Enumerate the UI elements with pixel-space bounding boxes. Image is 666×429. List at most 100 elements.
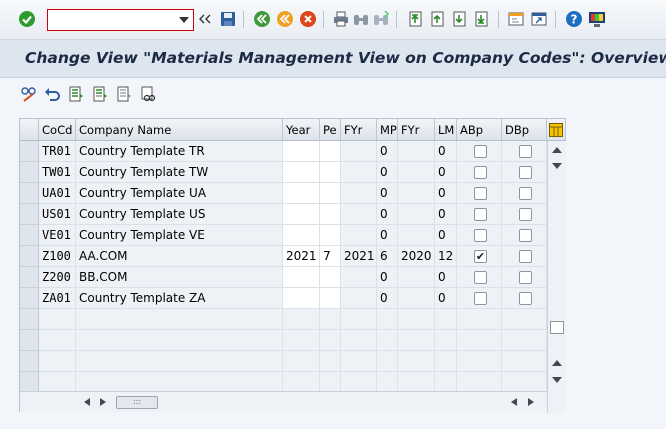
scroll-down-icon[interactable] [552, 163, 562, 169]
row-selector[interactable] [20, 267, 39, 288]
back-icon[interactable] [253, 10, 271, 28]
customize-layout-icon[interactable] [588, 10, 606, 28]
cancel-icon[interactable] [299, 10, 317, 28]
select-all-rows-cell[interactable] [20, 119, 39, 141]
cell-company-name: Country Template TW [76, 162, 283, 183]
cell-year[interactable] [283, 162, 320, 183]
cell-period[interactable] [320, 288, 341, 309]
cell-period[interactable] [320, 183, 341, 204]
undo-icon[interactable] [43, 85, 61, 103]
cell-year[interactable] [283, 225, 320, 246]
deselect-all-icon[interactable] [115, 85, 133, 103]
abp-checkbox[interactable] [474, 292, 487, 305]
column-header-mp[interactable]: MP [377, 119, 398, 141]
abp-checkbox[interactable] [474, 229, 487, 242]
cell-year[interactable] [283, 141, 320, 162]
cell-fyr [341, 288, 377, 309]
change-display-icon[interactable] [20, 85, 38, 103]
command-field[interactable] [47, 9, 194, 31]
abp-checkbox[interactable] [474, 187, 487, 200]
history-back-icon[interactable] [198, 10, 212, 28]
print-icon[interactable] [332, 10, 350, 28]
dbp-checkbox[interactable] [519, 229, 532, 242]
dbp-checkbox[interactable] [519, 250, 532, 263]
column-header-dbp[interactable]: DBp [502, 119, 547, 141]
column-header-fyr-2[interactable]: FYr [398, 119, 435, 141]
cell-year[interactable] [283, 183, 320, 204]
toolbar-separator [396, 11, 397, 28]
scroll-page-up-icon[interactable] [552, 360, 562, 366]
abp-checkbox[interactable] [474, 271, 487, 284]
cell-period[interactable] [320, 225, 341, 246]
vertical-scrollbar[interactable] [547, 141, 566, 413]
scroll-page-down-icon[interactable] [552, 377, 562, 383]
vertical-scroll-thumb[interactable] [550, 321, 564, 334]
help-icon[interactable]: ? [565, 10, 583, 28]
row-selector[interactable] [20, 351, 39, 372]
scroll-right-icon[interactable] [100, 398, 106, 406]
cell-period[interactable]: 7 [320, 246, 341, 267]
choose-icon[interactable] [139, 85, 157, 103]
find-next-icon[interactable] [372, 10, 390, 28]
dbp-checkbox[interactable] [519, 187, 532, 200]
cell-period[interactable] [320, 162, 341, 183]
cell-fyr [341, 183, 377, 204]
row-selector[interactable] [20, 141, 39, 162]
row-selector[interactable] [20, 225, 39, 246]
cell-period[interactable] [320, 141, 341, 162]
row-selector[interactable] [20, 204, 39, 225]
row-selector[interactable] [20, 183, 39, 204]
horizontal-scroll-thumb[interactable]: ::: [116, 396, 158, 409]
horizontal-scrollbar[interactable]: ::: [20, 391, 547, 412]
row-selector[interactable] [20, 309, 39, 330]
save-icon[interactable] [219, 10, 237, 28]
cell-year[interactable] [283, 267, 320, 288]
cell-year[interactable] [283, 204, 320, 225]
row-selector[interactable] [20, 246, 39, 267]
scroll-up-icon[interactable] [552, 147, 562, 153]
find-icon[interactable] [352, 10, 370, 28]
scroll-left-end-icon[interactable] [511, 398, 517, 406]
command-dropdown-icon[interactable] [175, 10, 193, 30]
scroll-left-icon[interactable] [84, 398, 90, 406]
last-page-icon[interactable] [472, 10, 490, 28]
table-settings-icon[interactable] [547, 119, 566, 141]
abp-checkbox[interactable] [474, 166, 487, 179]
abp-checkbox[interactable] [474, 145, 487, 158]
title-bar: Change View "Materials Management View o… [0, 40, 666, 78]
column-header-fyr[interactable]: FYr [341, 119, 377, 141]
column-header-abp[interactable]: ABp [457, 119, 502, 141]
enter-icon[interactable] [18, 10, 36, 28]
row-selector[interactable] [20, 162, 39, 183]
empty-cell [76, 309, 283, 330]
row-selector[interactable] [20, 288, 39, 309]
first-page-icon[interactable] [406, 10, 424, 28]
column-header-cocd[interactable]: CoCd [39, 119, 76, 141]
column-header-year[interactable]: Year [283, 119, 320, 141]
abp-checkbox[interactable]: ✔ [474, 250, 487, 263]
select-all-icon[interactable] [67, 85, 85, 103]
column-header-company-name[interactable]: Company Name [76, 119, 283, 141]
dbp-checkbox[interactable] [519, 271, 532, 284]
cell-year[interactable]: 2021 [283, 246, 320, 267]
create-shortcut-icon[interactable] [530, 10, 548, 28]
dbp-checkbox[interactable] [519, 166, 532, 179]
previous-page-icon[interactable] [428, 10, 446, 28]
scroll-right-end-icon[interactable] [528, 398, 534, 406]
select-block-icon[interactable] [91, 85, 109, 103]
exit-icon[interactable] [276, 10, 294, 28]
column-header-period[interactable]: Pe [320, 119, 341, 141]
row-selector[interactable] [20, 372, 39, 393]
cell-period[interactable] [320, 267, 341, 288]
command-input[interactable] [48, 10, 176, 30]
column-header-lm[interactable]: LM [435, 119, 457, 141]
cell-year[interactable] [283, 288, 320, 309]
dbp-checkbox[interactable] [519, 208, 532, 221]
new-session-icon[interactable] [507, 10, 525, 28]
cell-period[interactable] [320, 204, 341, 225]
row-selector[interactable] [20, 330, 39, 351]
abp-checkbox[interactable] [474, 208, 487, 221]
dbp-checkbox[interactable] [519, 292, 532, 305]
next-page-icon[interactable] [450, 10, 468, 28]
dbp-checkbox[interactable] [519, 145, 532, 158]
